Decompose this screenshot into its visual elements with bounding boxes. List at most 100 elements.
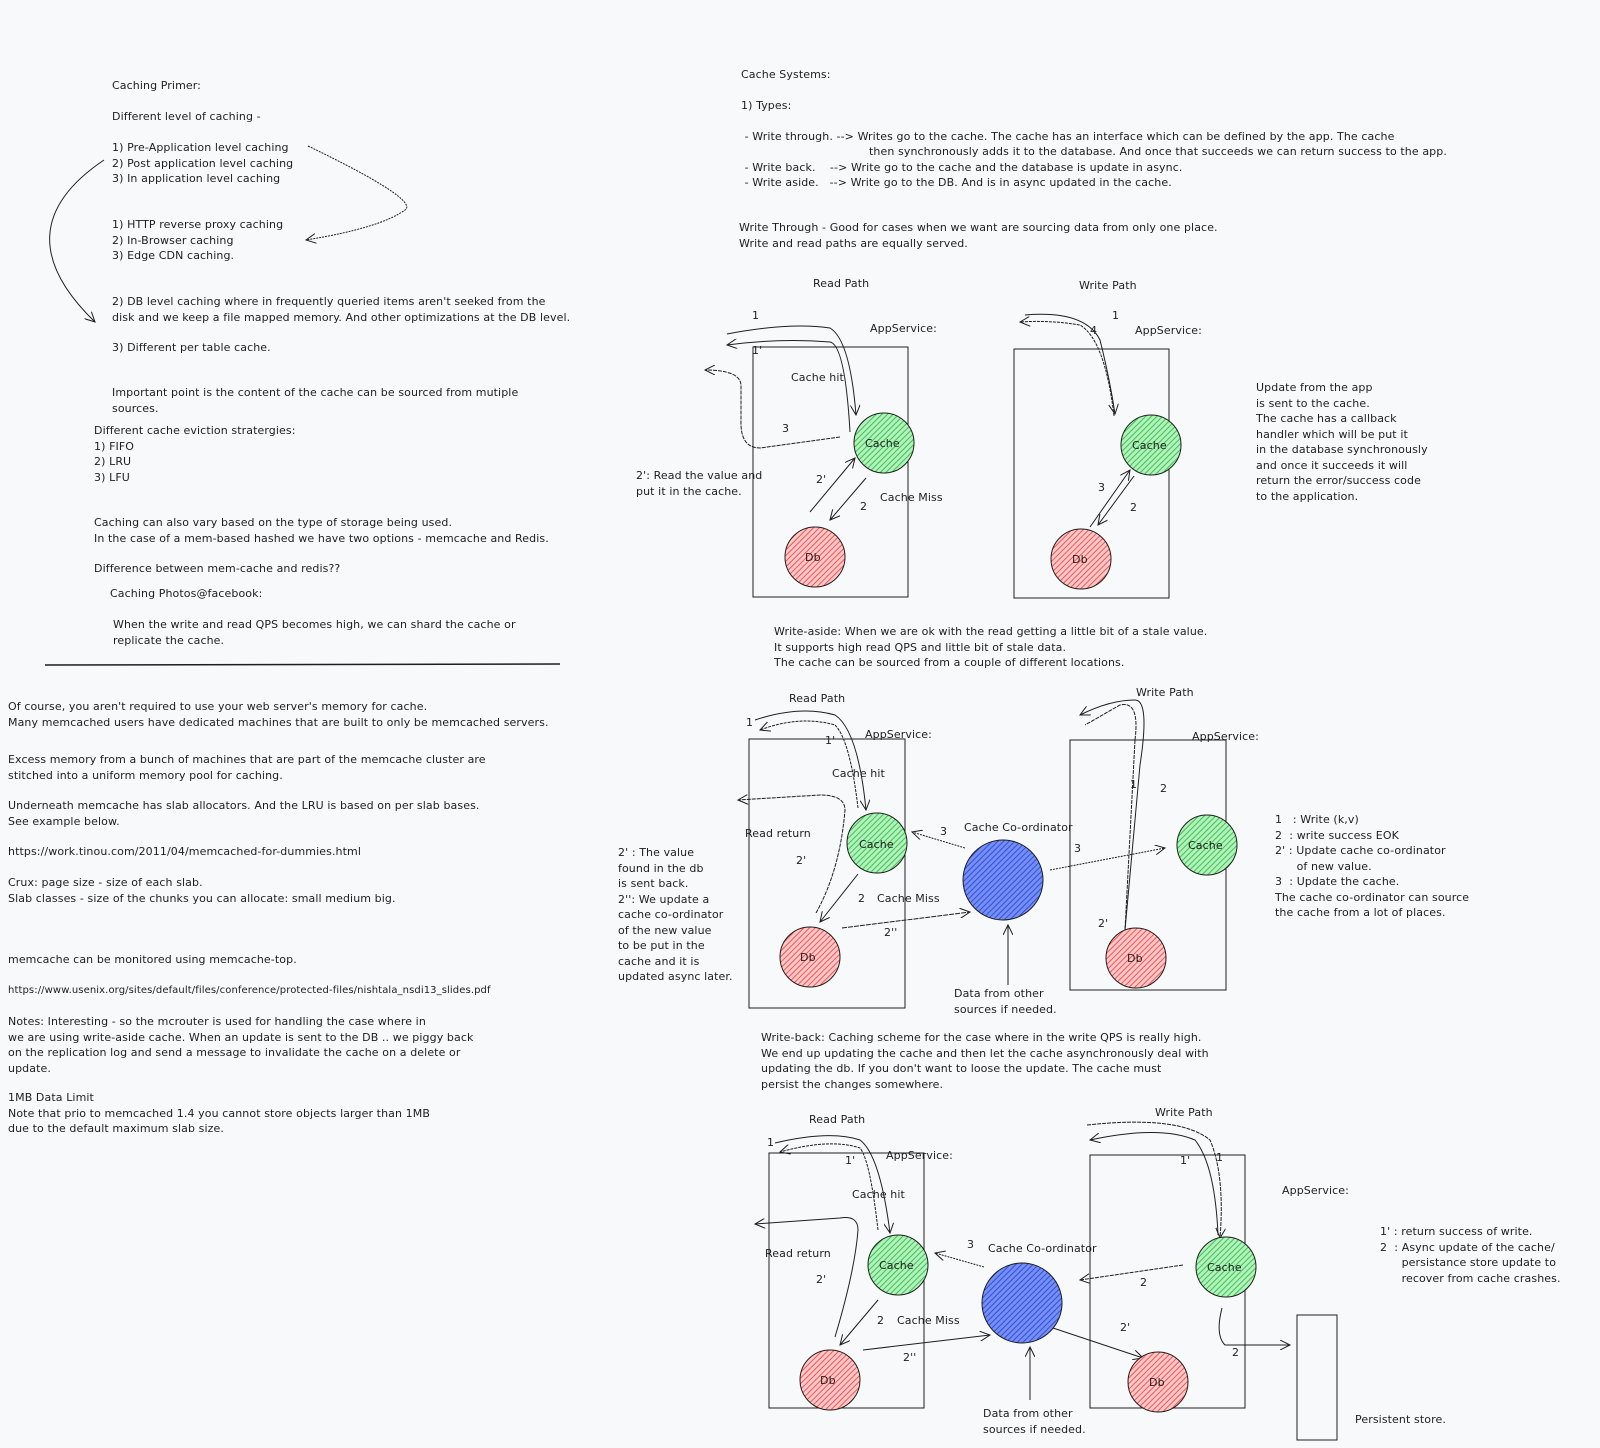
write-back-legend: 1' : return success of write. 2 : Async … <box>1380 1225 1561 1285</box>
step-label: 2 <box>1160 782 1168 795</box>
per-table-note: 3) Different per table cache. <box>112 341 271 354</box>
write-through-line: - Write through. --> Writes go to the ca… <box>741 130 1395 143</box>
persistent-store-label: Persistent store. <box>1355 1413 1446 1426</box>
db-level-note: 2) DB level caching where in frequently … <box>112 295 571 324</box>
link-usenix-slides[interactable]: https://www.usenix.org/sites/default/fil… <box>8 983 491 999</box>
step-label: 2 <box>860 500 868 513</box>
step-label: 2 <box>1232 1346 1240 1359</box>
link-memcached-for-dummies[interactable]: https://work.tinou.com/2011/04/memcached… <box>8 844 361 860</box>
write-back-note: Write-back: Caching scheme for the case … <box>761 1031 1209 1091</box>
levels-heading: Different level of caching - <box>112 110 261 123</box>
step-label: 1 <box>767 1136 775 1149</box>
read-return-label: Read return <box>745 827 811 840</box>
write-through-description: Update from the app is sent to the cache… <box>1256 381 1428 503</box>
app-service-label: AppService: <box>1135 324 1202 337</box>
write-path-label: Write Path <box>1155 1106 1213 1119</box>
db-node-label: Db <box>820 1374 836 1387</box>
step-label: 4 <box>1090 324 1098 337</box>
data-limit-note: 1MB Data Limit Note that prio to memcach… <box>8 1091 430 1135</box>
mcrouter-note: Notes: Interesting - so the mcrouter is … <box>8 1015 474 1075</box>
step-label: 1' <box>752 344 763 357</box>
step-label: 1 <box>1112 309 1120 322</box>
step-label: 1 <box>746 716 754 729</box>
cache-hit-label: Cache hit <box>852 1188 905 1201</box>
step-label: 2 <box>1130 501 1138 514</box>
step-label: 2 <box>1140 1276 1148 1289</box>
step-label: 1' <box>1180 1154 1191 1167</box>
step-label: 1 <box>1216 1151 1224 1164</box>
cache-node-label: Cache <box>1207 1261 1242 1274</box>
arrow-levels-to-pre-app <box>306 145 408 240</box>
step-label: 2' <box>1098 917 1109 930</box>
coordinator-node <box>962 839 1044 921</box>
persistent-store-box <box>1296 1314 1338 1441</box>
step-label: 3 <box>1074 842 1082 855</box>
step-label: 2' <box>816 473 827 486</box>
step-label: 2'' <box>884 926 898 939</box>
db-node-label: Db <box>1149 1376 1165 1389</box>
read-note: 2' : The value found in the db is sent b… <box>618 846 733 983</box>
difference-note: Difference between mem-cache and redis?? <box>94 562 341 575</box>
read-note: 2': Read the value and put it in the cac… <box>636 469 763 498</box>
cache-node-label: Cache <box>1188 839 1223 852</box>
step-label: 1 <box>752 309 760 322</box>
db-node-label: Db <box>800 951 816 964</box>
write-back-line: - Write back. --> Write go to the cache … <box>741 161 1183 174</box>
qps-note: When the write and read QPS becomes high… <box>113 618 516 647</box>
step-label: 2'' <box>903 1351 917 1364</box>
app-service-label: AppService: <box>1282 1184 1349 1197</box>
coordinator-node <box>981 1262 1063 1344</box>
write-aside-line: - Write aside. --> Write go to the DB. A… <box>741 176 1172 189</box>
primer-title: Caching Primer: <box>112 79 201 92</box>
cache-hit-label: Cache hit <box>832 767 885 780</box>
read-path-label: Read Path <box>809 1113 866 1126</box>
slab-note: Underneath memcache has slab allocators.… <box>8 799 480 828</box>
eviction-list: Different cache eviction stratergies: 1)… <box>94 424 296 484</box>
cache-miss-label: Cache Miss <box>897 1314 960 1327</box>
divider <box>44 663 561 666</box>
app-service-label: AppService: <box>870 322 937 335</box>
write-through-note: Write Through - Good for cases when we w… <box>739 221 1218 250</box>
read-return-label: Read return <box>765 1247 831 1260</box>
app-service-label: AppService: <box>865 728 932 741</box>
step-label: 1' <box>845 1154 856 1167</box>
read-path-label: Read Path <box>813 277 870 290</box>
coordinator-label: Cache Co-ordinator <box>964 821 1073 834</box>
step-label: 3 <box>1098 481 1106 494</box>
important-note: Important point is the content of the ca… <box>112 386 519 415</box>
db-node-label: Db <box>1072 553 1088 566</box>
arrow-levels-to-db <box>49 159 105 322</box>
app-service-label: AppService: <box>886 1149 953 1162</box>
step-label: 2' <box>816 1273 827 1286</box>
write-back-legend: 1 : Write (k,v) 2 : write success EOK 2'… <box>1275 813 1470 919</box>
levels-list: 1) Pre-Application level caching 2) Post… <box>112 141 294 185</box>
cache-miss-label: Cache Miss <box>877 892 940 905</box>
db-node-label: Db <box>805 551 821 564</box>
cache-hit-label: Cache hit <box>791 371 844 384</box>
db-node-label: Db <box>1127 952 1143 965</box>
cache-node-label: Cache <box>879 1259 914 1272</box>
step-label: 3 <box>940 825 948 838</box>
write-path-label: Write Path <box>1136 686 1194 699</box>
step-label: 2' <box>1120 1321 1131 1334</box>
step-label: 2 <box>877 1314 885 1327</box>
cache-systems-title: Cache Systems: <box>741 68 831 81</box>
dedicated-note: Of course, you aren't required to use yo… <box>8 700 549 729</box>
step-label: 1 <box>1130 778 1138 791</box>
cache-node-label: Cache <box>859 838 894 851</box>
read-path-label: Read Path <box>789 692 846 705</box>
monitor-note: memcache can be monitored using memcache… <box>8 953 297 966</box>
cache-miss-label: Cache Miss <box>880 491 943 504</box>
data-other-sources-label: Data from other sources if needed. <box>954 987 1057 1016</box>
step-label: 3 <box>967 1238 975 1251</box>
step-label: 2' <box>796 854 807 867</box>
pre-app-list: 1) HTTP reverse proxy caching 2) In-Brow… <box>112 218 284 262</box>
storage-note: Caching can also vary based on the type … <box>94 516 549 545</box>
write-through-line-2: then synchronously adds it to the databa… <box>869 145 1447 158</box>
cache-node-label: Cache <box>865 437 900 450</box>
photos-heading: Caching Photos@facebook: <box>110 587 263 600</box>
step-label: 3 <box>782 422 790 435</box>
step-label: 1' <box>825 734 836 747</box>
excess-note: Excess memory from a bunch of machines t… <box>8 753 486 782</box>
step-label: 2 <box>858 892 866 905</box>
